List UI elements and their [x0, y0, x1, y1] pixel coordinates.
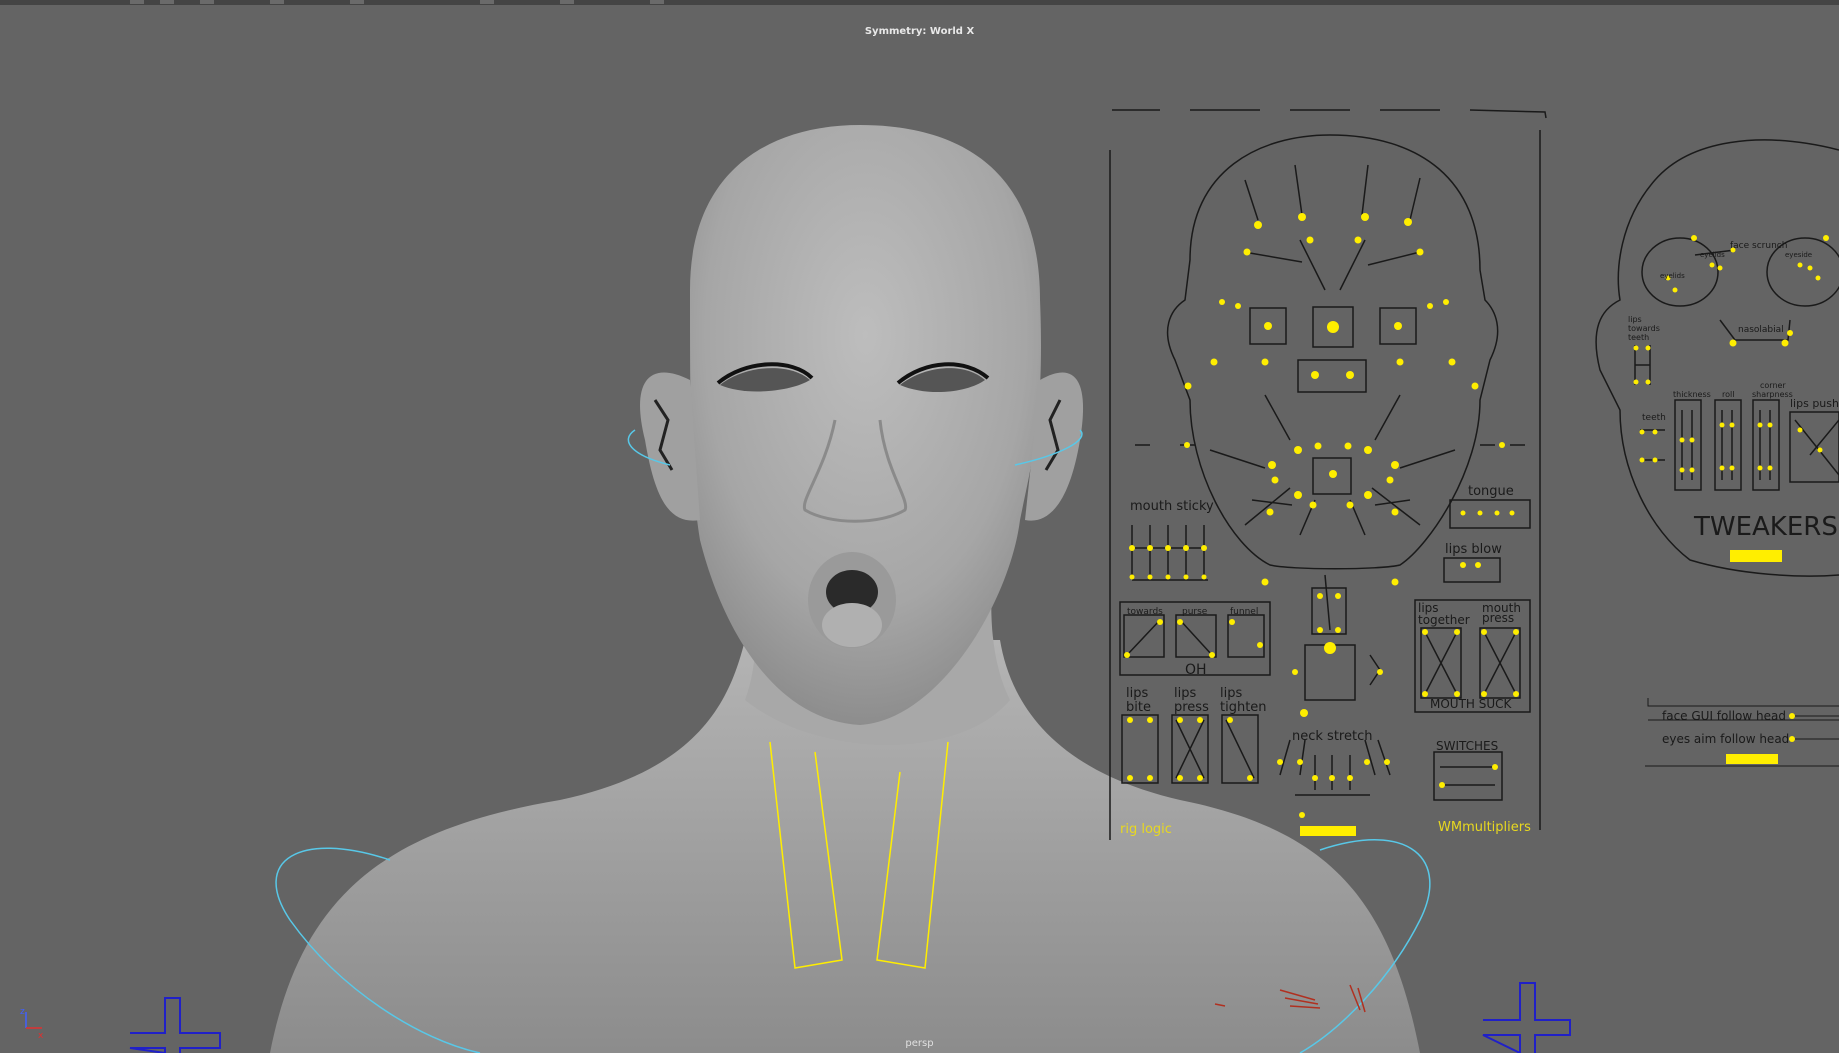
label-neck-stretch: neck stretch [1292, 729, 1372, 744]
label-teeth: teeth [1642, 413, 1666, 423]
scene-canvas[interactable]: z x mouth sticky tongue lips blow toward… [0, 0, 1839, 1053]
label-oh: OH [1185, 662, 1207, 678]
label-funnel: funnel [1230, 607, 1258, 617]
label-lips-towards-teeth-3: teeth [1628, 333, 1649, 342]
label-face-gui-follow-head: face GUI follow head [1662, 709, 1786, 723]
label-eyelids: eyelids [1700, 251, 1725, 259]
axis-z-label: z [20, 1007, 25, 1017]
label-mouth-suck: MOUTH SUCK [1430, 697, 1513, 711]
label-wm-multipliers: WMmultipliers [1438, 820, 1531, 835]
axis-gizmo: z x [20, 1007, 44, 1041]
label-corner-sharpness-1: corner [1760, 381, 1786, 390]
label-eyeside: eyeside [1785, 251, 1812, 259]
label-tips-blow: lips blow [1445, 542, 1502, 557]
character-body[interactable] [270, 125, 1420, 1053]
label-nasolabial: nasolabial [1738, 325, 1784, 335]
label-towards: towards [1127, 607, 1163, 617]
label-eyeline: eyelids [1660, 272, 1685, 280]
label-lips-push: lips push [1790, 397, 1839, 410]
label-eyes-aim-follow-head: eyes aim follow head [1662, 732, 1789, 746]
mouth [808, 552, 896, 648]
label-lips-bite-1: lips [1126, 686, 1148, 701]
label-face-scrunch: face scrunch [1730, 241, 1787, 251]
label-corner-sharpness-2: sharpness [1752, 390, 1793, 399]
label-lips-bite-2: bite [1126, 700, 1151, 715]
maya-viewport[interactable]: Symmetry: World X z x mouth sticky tongu… [0, 0, 1839, 1053]
label-mouth-press-2: press [1482, 611, 1514, 625]
label-thickness: thickness [1673, 390, 1711, 399]
label-lips-press-1: lips [1174, 686, 1196, 701]
follow-head-panel[interactable]: face GUI follow head eyes aim follow hea… [1645, 698, 1839, 767]
label-lips-together-2: together [1418, 613, 1470, 627]
label-lips-towards-teeth-2: towards [1628, 324, 1660, 333]
camera-label: persp [905, 1038, 934, 1049]
label-roll: roll [1722, 390, 1734, 399]
label-purse: purse [1182, 607, 1208, 617]
label-lips-press-2: press [1174, 700, 1209, 715]
label-lips-towards-teeth-1: lips [1628, 315, 1642, 324]
label-rig-logic: rig logic [1120, 822, 1172, 837]
label-lips-tighten-2: tighten [1220, 700, 1267, 715]
label-tongue: tongue [1468, 484, 1514, 499]
label-lips-tighten-1: lips [1220, 686, 1242, 701]
tweakers-panel[interactable] [1595, 139, 1839, 577]
label-switches: SWITCHES [1436, 739, 1498, 753]
label-tweakers: TWEAKERS [1693, 512, 1838, 542]
label-mouth-sticky: mouth sticky [1130, 499, 1214, 514]
